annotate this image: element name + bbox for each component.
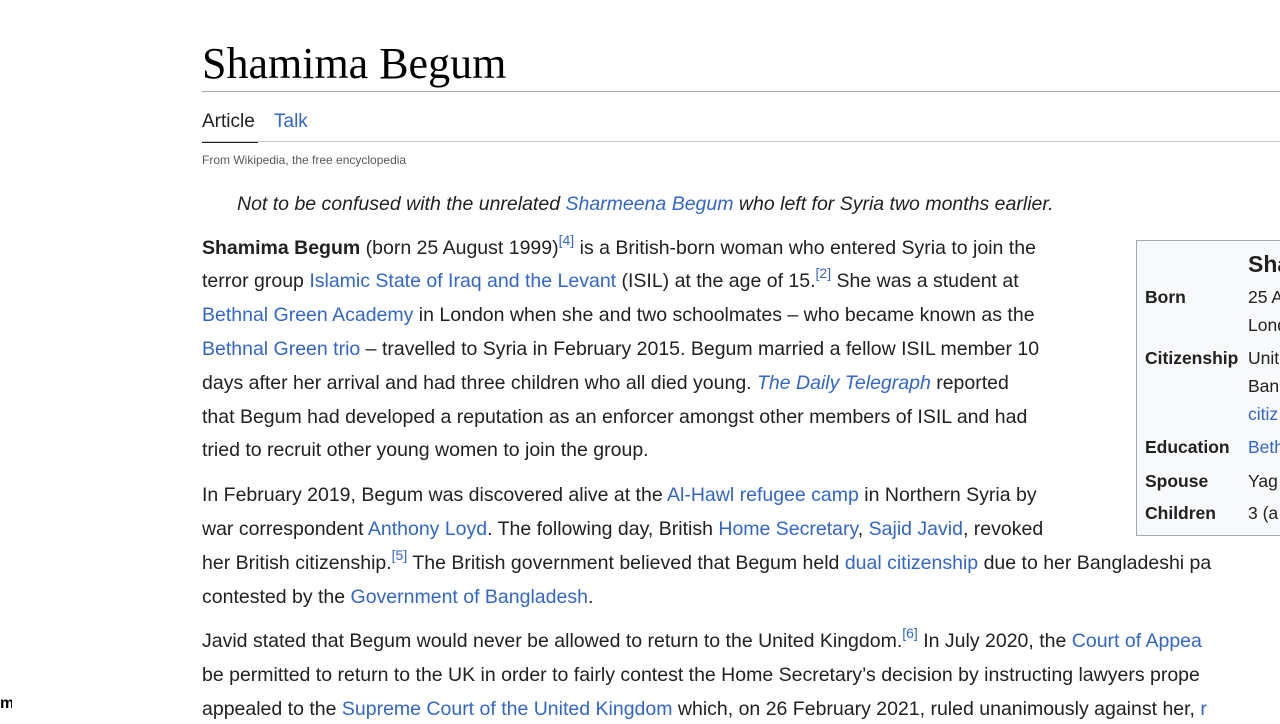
infobox-value-born: 25 A (1248, 287, 1280, 307)
infobox-label-education: Education (1145, 437, 1230, 457)
infobox-value-spouse: Yag (1248, 471, 1278, 491)
citation-2[interactable]: [2] (816, 265, 832, 281)
text-run: which, on 26 February 2021, ruled unanim… (672, 698, 1201, 720)
text-run: appealed to the (202, 698, 342, 720)
paragraph-2-line: war correspondent Anthony Loyd. The foll… (202, 514, 1043, 544)
text-run: In February 2019, Begum was discovered a… (202, 484, 668, 506)
infobox: Sha Born 25 A Lond Citizenship Unit Ban … (1136, 240, 1280, 536)
paragraph-3-line: Javid stated that Begum would never be a… (202, 626, 1202, 656)
citation-5[interactable]: [5] (392, 547, 408, 563)
text-run: . The following day, British (487, 518, 719, 540)
paragraph-1-line: Bethnal Green trio – travelled to Syria … (202, 334, 1039, 364)
infobox-label-children: Children (1145, 503, 1216, 523)
paragraph-2-line: her British citizenship.[5] The British … (202, 548, 1211, 578)
hatnote-text: Not to be confused with the unrelated (237, 193, 566, 215)
text-run: In July 2020, the (917, 630, 1072, 652)
text-run: war correspondent (202, 518, 368, 540)
text-run: reported (930, 372, 1009, 394)
infobox-value-citizenship: Unit (1248, 348, 1280, 368)
article-subject: Shamima Begum (202, 237, 361, 259)
infobox-label-citizenship: Citizenship (1145, 348, 1239, 368)
text-run: , (857, 518, 869, 540)
infobox-link-education[interactable]: Beth (1248, 435, 1280, 459)
link-government-of-bangladesh[interactable]: Government of Bangladesh (351, 586, 588, 608)
tab-talk[interactable]: Talk (274, 108, 308, 136)
citation-4[interactable]: [4] (559, 232, 575, 248)
hatnote: Not to be confused with the unrelated Sh… (237, 190, 1054, 218)
text-run: days after her arrival and had three chi… (202, 372, 757, 394)
link-isil[interactable]: Islamic State of Iraq and the Levant (309, 270, 616, 292)
link-sharmeena-begum[interactable]: Sharmeena Begum (565, 193, 733, 215)
paragraph-1-line: tried to recruit other young women to jo… (202, 439, 649, 461)
paragraph-2-line: In February 2019, Begum was discovered a… (202, 480, 1037, 510)
infobox-label-born: Born (1145, 287, 1186, 307)
infobox-value-citizenship: Ban (1248, 376, 1280, 396)
link-anthony-loyd[interactable]: Anthony Loyd (368, 518, 487, 540)
paragraph-1-line: Bethnal Green Academy in London when she… (202, 300, 1035, 330)
link-supreme-court-uk[interactable]: Supreme Court of the United Kingdom (342, 698, 673, 720)
link-al-hawl-refugee-camp[interactable]: Al-Hawl refugee camp (667, 484, 859, 506)
link-bethnal-green-trio[interactable]: Bethnal Green trio (202, 338, 360, 360)
text-run: She was a student at (831, 270, 1019, 292)
text-run: due to her Bangladeshi pa (978, 552, 1212, 574)
text-run: , revoked (962, 518, 1044, 540)
link-home-secretary[interactable]: Home Secretary (718, 518, 857, 540)
infobox-value-children: 3 (a (1248, 503, 1279, 523)
infobox-label-spouse: Spouse (1145, 471, 1209, 491)
text-run: in London when she and two schoolmates –… (413, 304, 1035, 326)
link-sajid-javid[interactable]: Sajid Javid (869, 518, 963, 540)
paragraph-1-line: that Begum had developed a reputation as… (202, 406, 1028, 428)
paragraph-3-line: be permitted to return to the UK in orde… (202, 664, 1200, 686)
text-run: terror group (202, 270, 310, 292)
paragraph-1-line: terror group Islamic State of Iraq and t… (202, 266, 1019, 296)
text-run: is a British-born woman who entered Syri… (574, 237, 1036, 259)
page-title: Shamima Begum (202, 39, 507, 88)
paragraph-2-line: contested by the Government of Banglades… (202, 582, 593, 612)
link-court-of-appeal[interactable]: Court of Appea (1072, 630, 1202, 652)
infobox-title: Sha (1248, 251, 1280, 277)
edge-glyph: m (0, 695, 12, 712)
link-truncated[interactable]: r (1200, 698, 1207, 720)
link-bethnal-green-academy[interactable]: Bethnal Green Academy (202, 304, 413, 326)
text-run: . (587, 586, 594, 608)
text-run: in Northern Syria by (858, 484, 1037, 506)
title-divider (202, 91, 1280, 92)
text-run: – travelled to Syria in February 2015. B… (360, 338, 1040, 360)
text-run: Javid stated that Begum would never be a… (202, 630, 903, 652)
tabs-divider (202, 141, 1280, 142)
text-run: (ISIL) at the age of 15. (616, 270, 816, 292)
hatnote-text: who left for Syria two months earlier. (733, 193, 1054, 215)
paragraph-1-line: days after her arrival and had three chi… (202, 368, 1009, 398)
text-run: her British citizenship. (202, 552, 392, 574)
link-daily-telegraph[interactable]: The Daily Telegraph (757, 372, 931, 394)
text-run: (born 25 August 1999) (360, 237, 559, 259)
infobox-value-born: Lond (1248, 315, 1280, 335)
link-dual-citizenship[interactable]: dual citizenship (845, 552, 978, 574)
site-tagline: From Wikipedia, the free encyclopedia (202, 153, 407, 167)
infobox-link-citizenship[interactable]: citiz (1248, 402, 1278, 426)
text-run: The British government believed that Beg… (407, 552, 845, 574)
text-run: contested by the (202, 586, 351, 608)
paragraph-1-line: Shamima Begum (born 25 August 1999)[4] i… (202, 233, 1036, 263)
tab-article[interactable]: Article (202, 108, 255, 136)
citation-6[interactable]: [6] (902, 625, 918, 641)
